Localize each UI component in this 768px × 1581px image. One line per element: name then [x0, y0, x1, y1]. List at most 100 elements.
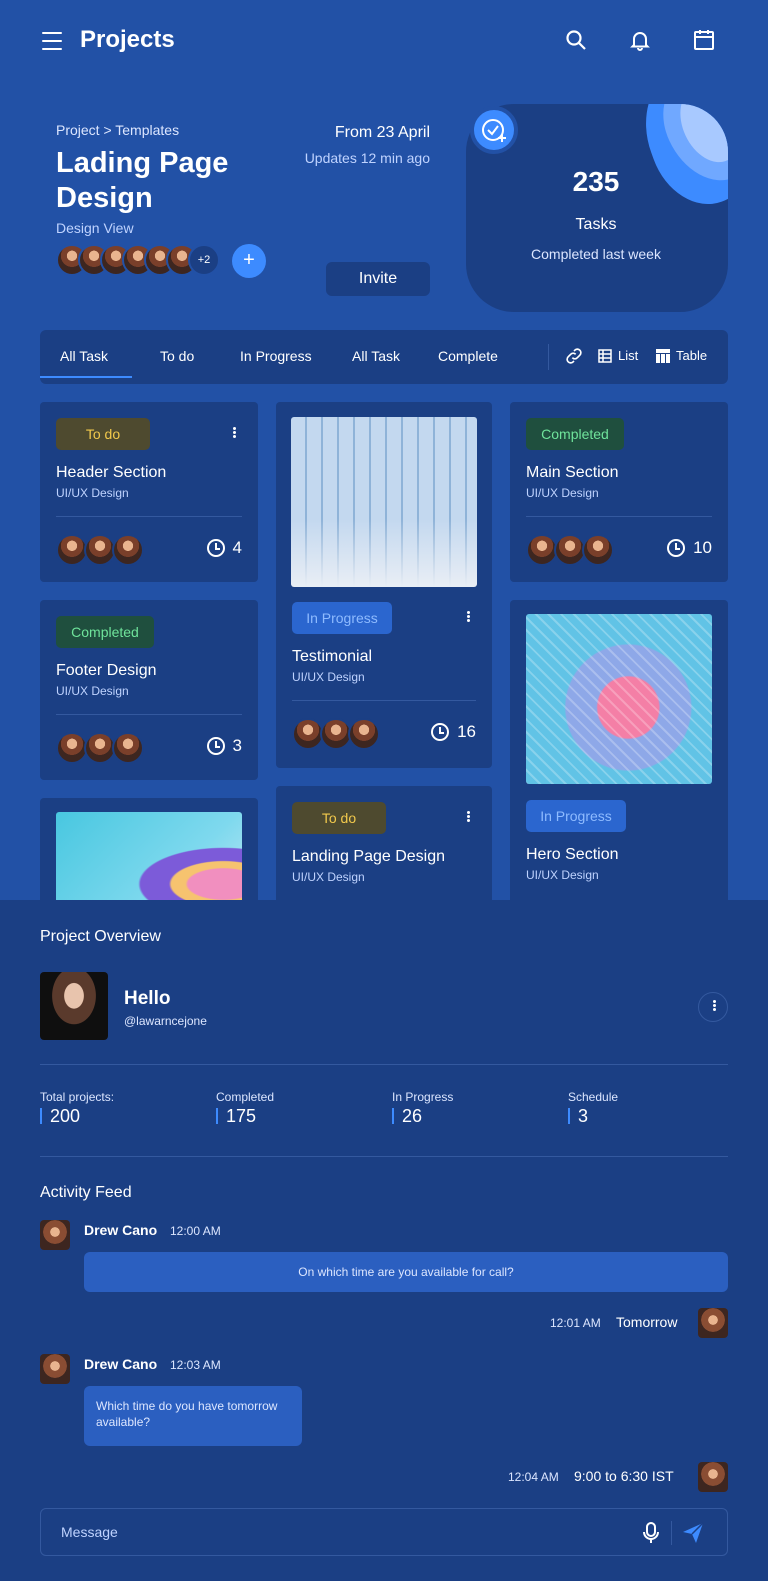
time-count: 16	[431, 722, 476, 742]
card-subtitle: UI/UX Design	[56, 486, 129, 500]
invite-button[interactable]: Invite	[326, 262, 430, 296]
assignee-avatars	[56, 534, 144, 566]
kpi-value: 175	[216, 1107, 256, 1125]
clock-icon	[431, 723, 450, 741]
task-tabs: All Task To do In Progress All Task Comp…	[40, 330, 728, 384]
avatar	[698, 1308, 728, 1338]
message-bubble: Which time do you have tomorrow availabl…	[84, 1386, 302, 1446]
divider	[292, 700, 476, 701]
message-time: 12:04 AM	[508, 1470, 559, 1484]
profile-photo	[40, 972, 108, 1040]
divider	[40, 1156, 728, 1157]
task-card-landing-page[interactable]: To do Landing Page Design UI/UX Design	[276, 786, 492, 918]
reply-text: 9:00 to 6:30 IST	[574, 1468, 674, 1484]
microphone-icon[interactable]	[641, 1521, 661, 1545]
card-subtitle: UI/UX Design	[526, 486, 599, 500]
send-icon[interactable]	[681, 1521, 705, 1545]
breadcrumb[interactable]: Project > Templates	[56, 122, 179, 138]
search-icon[interactable]	[564, 28, 588, 52]
bell-icon[interactable]	[628, 28, 652, 52]
message-time: 12:00 AM	[170, 1224, 221, 1238]
avatar	[40, 1354, 70, 1384]
divider	[671, 1521, 672, 1545]
add-task-button[interactable]	[470, 106, 518, 154]
message-time: 12:01 AM	[550, 1316, 601, 1330]
kpi-value: 200	[40, 1107, 80, 1125]
status-badge: In Progress	[526, 800, 626, 832]
message-input[interactable]: Message	[40, 1508, 728, 1556]
card-title: Hero Section	[526, 846, 619, 863]
tab-in-progress[interactable]: In Progress	[240, 348, 312, 364]
more-options-icon[interactable]	[226, 426, 242, 442]
kpi-value: 3	[568, 1107, 588, 1125]
task-card-header-section[interactable]: To do Header Section UI/UX Design 4	[40, 402, 258, 582]
card-title: Landing Page Design	[292, 848, 446, 865]
menu-icon[interactable]	[42, 32, 62, 50]
table-icon	[656, 349, 670, 363]
avatar	[40, 1220, 70, 1250]
view-table-option[interactable]: Table	[676, 348, 707, 363]
divider	[56, 516, 242, 517]
tasks-caption: Completed last week	[531, 246, 661, 262]
tasks-label: Tasks	[575, 216, 617, 233]
task-card-testimonial[interactable]: In Progress Testimonial UI/UX Design 16	[276, 402, 492, 768]
card-subtitle: UI/UX Design	[292, 670, 365, 684]
calendar-icon[interactable]	[692, 28, 716, 52]
sender-name: Drew Cano	[84, 1356, 158, 1372]
overview-title: Project Overview	[40, 928, 161, 945]
status-badge: To do	[292, 802, 386, 834]
reply-text: Tomorrow	[616, 1314, 678, 1330]
sender-name: Drew Cano	[84, 1222, 158, 1238]
status-badge: Completed	[526, 418, 624, 450]
assignee-avatars	[56, 732, 144, 764]
tab-all-task-2[interactable]: All Task	[352, 348, 400, 364]
task-card-main-section[interactable]: Completed Main Section UI/UX Design 10	[510, 402, 728, 582]
last-updated: Updates 12 min ago	[304, 150, 430, 166]
link-icon[interactable]	[564, 346, 584, 366]
tab-complete[interactable]: Complete	[438, 348, 498, 364]
member-avatars[interactable]: +2	[56, 244, 220, 278]
task-card-footer-design[interactable]: Completed Footer Design UI/UX Design 3	[40, 600, 258, 780]
top-bar: Projects	[0, 0, 768, 84]
card-subtitle: UI/UX Design	[526, 868, 599, 882]
status-badge: Completed	[56, 616, 154, 648]
divider	[56, 714, 242, 715]
active-tab-indicator	[40, 376, 132, 378]
divider	[40, 1064, 728, 1065]
greeting: Hello	[124, 988, 171, 1009]
profile-menu-button[interactable]	[698, 992, 728, 1022]
time-count: 3	[206, 736, 242, 756]
more-options-icon	[706, 999, 722, 1015]
card-subtitle: UI/UX Design	[292, 870, 365, 884]
project-title: Lading Page Design	[56, 147, 229, 214]
more-options-icon[interactable]	[460, 810, 476, 826]
tab-all-task[interactable]: All Task	[60, 348, 108, 364]
time-count: 4	[206, 538, 242, 558]
clock-icon	[206, 737, 225, 755]
card-image	[291, 417, 477, 587]
divider	[548, 344, 549, 370]
tasks-count: 235	[572, 166, 620, 197]
tab-to-do[interactable]: To do	[160, 348, 194, 364]
view-list-option[interactable]: List	[618, 348, 638, 363]
assignee-avatars	[526, 534, 614, 566]
start-date: From 23 April	[334, 124, 430, 141]
divider	[526, 516, 712, 517]
task-card-hero-section[interactable]: In Progress Hero Section UI/UX Design	[510, 600, 728, 918]
status-badge: To do	[56, 418, 150, 450]
list-icon	[598, 349, 612, 363]
message-time: 12:03 AM	[170, 1358, 221, 1372]
card-title: Main Section	[526, 464, 619, 481]
assignee-avatars	[292, 718, 380, 750]
add-member-button[interactable]: +	[232, 244, 266, 278]
card-title: Testimonial	[292, 648, 373, 665]
message-bubble: On which time are you available for call…	[84, 1252, 728, 1292]
username: @lawarncejone	[124, 1014, 207, 1028]
card-title: Footer Design	[56, 662, 157, 679]
project-subtitle: Design View	[56, 220, 134, 236]
card-subtitle: UI/UX Design	[56, 684, 129, 698]
extra-members-count: +2	[188, 244, 220, 276]
avatar	[698, 1462, 728, 1492]
more-options-icon[interactable]	[460, 610, 476, 626]
kpi-label: Total projects:	[40, 1090, 115, 1104]
